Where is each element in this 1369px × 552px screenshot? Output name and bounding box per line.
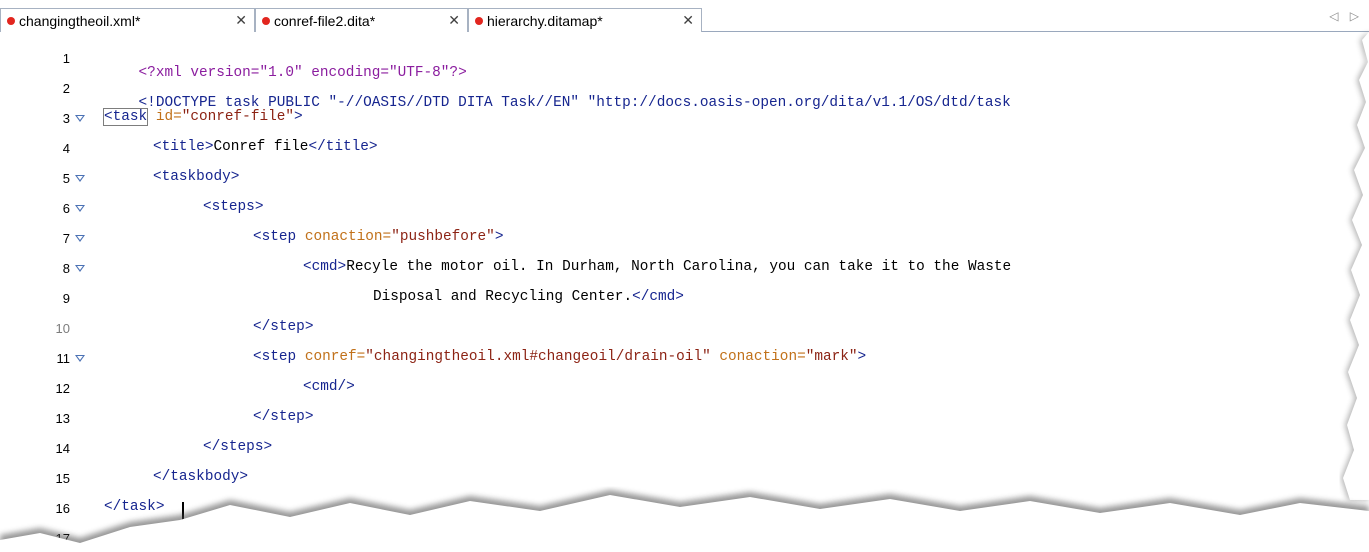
attribute-value: "changingtheoil.xml#changeoil/drain-oil" xyxy=(365,349,711,365)
line-number: 10 xyxy=(55,321,70,336)
element-tag: </step> xyxy=(253,319,314,335)
line-number: 15 xyxy=(55,471,70,486)
code-line-9[interactable]: Disposal and Recycling Center.</cmd> xyxy=(373,289,684,305)
tab-changingtheoil[interactable]: changingtheoil.xml* ✕ xyxy=(0,8,255,32)
fold-triangle-icon[interactable] xyxy=(75,235,85,242)
line-number: 13 xyxy=(55,411,70,426)
code-line-15[interactable]: </taskbody> xyxy=(153,469,248,485)
attribute-value: "mark" xyxy=(805,349,858,365)
line-number: 6 xyxy=(0,201,85,216)
element-tag: <step xyxy=(253,349,297,365)
fold-triangle-icon[interactable] xyxy=(75,115,85,122)
code-line-16[interactable]: </task> xyxy=(104,499,164,515)
fold-triangle-icon[interactable] xyxy=(75,175,85,182)
attribute-value: "pushbefore" xyxy=(391,229,495,245)
line-number: 14 xyxy=(55,441,70,456)
element-tag: </taskbody> xyxy=(153,469,248,485)
code-line-5[interactable]: <taskbody> xyxy=(153,169,239,185)
element-tag: </step> xyxy=(253,409,314,425)
element-tag: <title> xyxy=(153,139,214,155)
line-number: 16 xyxy=(55,501,70,516)
code-line-14[interactable]: </steps> xyxy=(203,439,272,455)
code-line-4[interactable]: <title>Conref file</title> xyxy=(153,139,378,155)
close-icon[interactable]: ✕ xyxy=(235,12,247,29)
line-number: 12 xyxy=(55,381,70,396)
line-number: 17 xyxy=(55,531,70,546)
line-number: 1 xyxy=(62,51,70,66)
tab-scroll-arrows-icon[interactable]: ◁ ▷ xyxy=(1329,9,1363,23)
text-caret xyxy=(182,502,184,522)
element-text: Recyle the motor oil. In Durham, North C… xyxy=(346,259,1012,275)
attribute-name: conaction= xyxy=(710,349,806,365)
element-tag: <cmd/> xyxy=(303,379,355,395)
code-line-8[interactable]: <cmd>Recyle the motor oil. In Durham, No… xyxy=(303,259,1011,275)
tab-label: changingtheoil.xml* xyxy=(19,12,141,29)
line-number: 2 xyxy=(62,81,70,96)
element-tag: <task xyxy=(102,108,149,126)
tab-hierarchy[interactable]: hierarchy.ditamap* ✕ xyxy=(468,8,702,32)
tab-conref-file2[interactable]: conref-file2.dita* ✕ xyxy=(255,8,468,32)
attribute-name: conref= xyxy=(296,349,366,365)
element-text: Disposal and Recycling Center. xyxy=(373,289,633,305)
line-number: 9 xyxy=(62,291,70,306)
element-tag: > xyxy=(294,109,303,125)
element-tag: </steps> xyxy=(203,439,273,455)
element-text: Conref file xyxy=(213,139,309,155)
attribute-value: "conref-file" xyxy=(181,109,294,125)
element-tag: </cmd> xyxy=(632,289,684,305)
close-icon[interactable]: ✕ xyxy=(682,12,694,29)
editor-tab-bar: changingtheoil.xml* ✕ conref-file2.dita*… xyxy=(0,0,1369,32)
element-tag: <cmd> xyxy=(303,259,347,275)
code-line-12[interactable]: <cmd/> xyxy=(303,379,355,395)
element-tag: > xyxy=(494,229,504,245)
line-number: 8 xyxy=(0,261,85,276)
line-number: 3 xyxy=(0,111,85,126)
element-tag: <steps> xyxy=(203,199,264,215)
attribute-name: conaction= xyxy=(296,229,392,245)
code-line-11[interactable]: <step conref="changingtheoil.xml#changeo… xyxy=(253,349,866,365)
close-icon[interactable]: ✕ xyxy=(448,12,460,29)
code-line-10[interactable]: </step> xyxy=(253,319,313,335)
attribute-name: id= xyxy=(147,109,182,125)
tab-label: hierarchy.ditamap* xyxy=(487,12,603,29)
element-tag: </task> xyxy=(104,499,165,515)
modified-dot-icon xyxy=(262,16,270,25)
element-tag: <taskbody> xyxy=(153,169,240,185)
fold-triangle-icon[interactable] xyxy=(75,265,85,272)
modified-dot-icon xyxy=(475,16,483,25)
line-number: 4 xyxy=(62,141,70,156)
line-number: 11 xyxy=(0,351,85,366)
element-tag: <step xyxy=(253,229,297,245)
tab-label: conref-file2.dita* xyxy=(274,12,376,29)
modified-dot-icon xyxy=(7,16,15,25)
code-line-13[interactable]: </step> xyxy=(253,409,313,425)
code-line-6[interactable]: <steps> xyxy=(203,199,263,215)
element-tag: </title> xyxy=(308,139,378,155)
line-number: 7 xyxy=(0,231,85,246)
code-editor[interactable]: 1 2 3 4 5 6 7 8 9 10 11 12 13 14 15 16 1… xyxy=(0,32,1369,552)
line-number: 5 xyxy=(0,171,85,186)
fold-triangle-icon[interactable] xyxy=(75,205,85,212)
code-line-7[interactable]: <step conaction="pushbefore"> xyxy=(253,229,503,245)
code-line-3[interactable]: <task id="conref-file"> xyxy=(102,108,303,126)
fold-triangle-icon[interactable] xyxy=(75,355,85,362)
element-tag: > xyxy=(857,349,867,365)
